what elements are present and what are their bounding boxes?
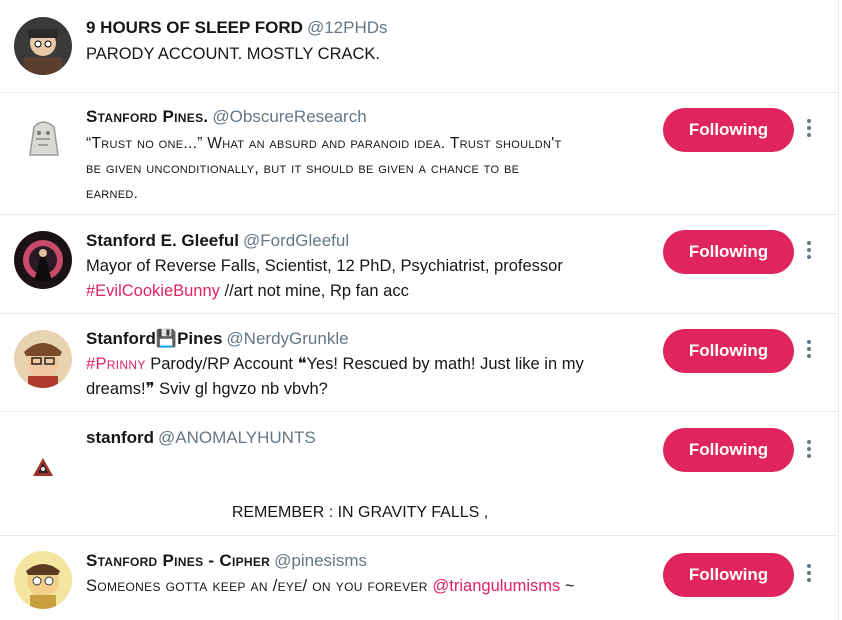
avatar[interactable] [14,428,72,486]
bio-line: dreams!❞ Sviv gl hgvzo nb vbvh? [86,380,328,398]
hashtag-link[interactable]: #Prinny [86,355,146,373]
name-part: Stanford [86,329,156,348]
bio: Someones gotta keep an /eye/ on you fore… [86,574,646,599]
name-part: Pines [177,329,223,348]
display-name[interactable]: Stanford Pines. [86,107,208,126]
more-options-icon[interactable] [802,119,816,141]
following-button[interactable]: Following [663,230,794,274]
more-options-icon[interactable] [802,440,816,462]
avatar[interactable] [14,330,72,388]
bio-text: Someones gotta keep an /eye/ on you fore… [86,577,433,595]
bio: PARODY ACCOUNT. MOSTLY CRACK. [86,45,381,63]
list-item[interactable]: Stanford Pines. @ObscureResearch “Trust n… [0,93,838,215]
bio-line: Mayor of Reverse Falls, Scientist, 12 Ph… [86,257,563,275]
bio-text: //art not mine, Rp fan acc [219,282,409,300]
list-item[interactable]: Stanford E. Gleeful @FordGleeful Mayor of… [0,215,838,314]
bio: Mayor of Reverse Falls, Scientist, 12 Ph… [86,254,626,304]
floppy-disk-icon: 💾 [155,329,178,348]
display-name[interactable]: Stanford Pines - Cipher [86,551,270,570]
name-line: stanford @ANOMALYHUNTS [86,428,316,448]
name-line: Stanford💾Pines @NerdyGrunkle [86,329,349,349]
more-options-icon[interactable] [802,340,816,362]
name-line: Stanford Pines. @ObscureResearch [86,107,367,127]
list-item[interactable]: stanford @ANOMALYHUNTS REMEMBER : IN GRAV… [0,412,838,536]
following-button[interactable]: Following [663,108,794,152]
following-list: 9 HOURS OF SLEEP FORD @12PHDs PARODY ACCO… [0,0,839,620]
following-button[interactable]: Following [663,553,794,597]
handle[interactable]: @NerdyGrunkle [226,329,348,348]
name-line: Stanford Pines - Cipher @pinesisms [86,551,367,571]
bio-text: ~ [560,577,575,595]
display-name[interactable]: Stanford E. Gleeful [86,231,239,250]
display-name[interactable]: stanford [86,428,154,447]
bio-line: “Trust no one...” What an absurd and par… [86,135,562,152]
list-item[interactable]: Stanford Pines - Cipher @pinesisms Someon… [0,536,838,620]
handle[interactable]: @ObscureResearch [212,107,366,126]
bio: “Trust no one...” What an absurd and par… [86,131,626,206]
display-name[interactable]: 9 HOURS OF SLEEP FORD [86,18,303,37]
handle[interactable]: @ANOMALYHUNTS [158,428,316,447]
list-item[interactable]: Stanford💾Pines @NerdyGrunkle #Prinny Paro… [0,314,838,412]
list-item[interactable]: 9 HOURS OF SLEEP FORD @12PHDs PARODY ACCO… [0,0,838,93]
bio-line: be given unconditionally, but it should … [86,160,520,177]
bio: REMEMBER : IN GRAVITY FALLS , [231,504,489,521]
avatar[interactable] [14,551,72,609]
display-name[interactable]: Stanford💾Pines [86,329,222,348]
handle[interactable]: @FordGleeful [243,231,349,250]
more-options-icon[interactable] [802,564,816,586]
avatar[interactable] [14,17,72,75]
avatar[interactable] [14,109,72,167]
mention-link[interactable]: @triangulumisms [433,577,561,595]
bio-line: earned. [86,185,139,202]
handle[interactable]: @pinesisms [274,551,367,570]
handle[interactable]: @12PHDs [307,18,388,37]
bio-text: Parody/RP Account ❝Yes! Rescued by math!… [145,355,584,373]
more-options-icon[interactable] [802,241,816,263]
avatar[interactable] [14,231,72,289]
hashtag-link[interactable]: #EvilCookieBunny [86,282,220,300]
name-line: Stanford E. Gleeful @FordGleeful [86,231,349,251]
bio: #Prinny Parody/RP Account ❝Yes! Rescued … [86,352,626,402]
following-button[interactable]: Following [663,329,794,373]
following-button[interactable]: Following [663,428,794,472]
name-line: 9 HOURS OF SLEEP FORD @12PHDs [86,18,388,38]
